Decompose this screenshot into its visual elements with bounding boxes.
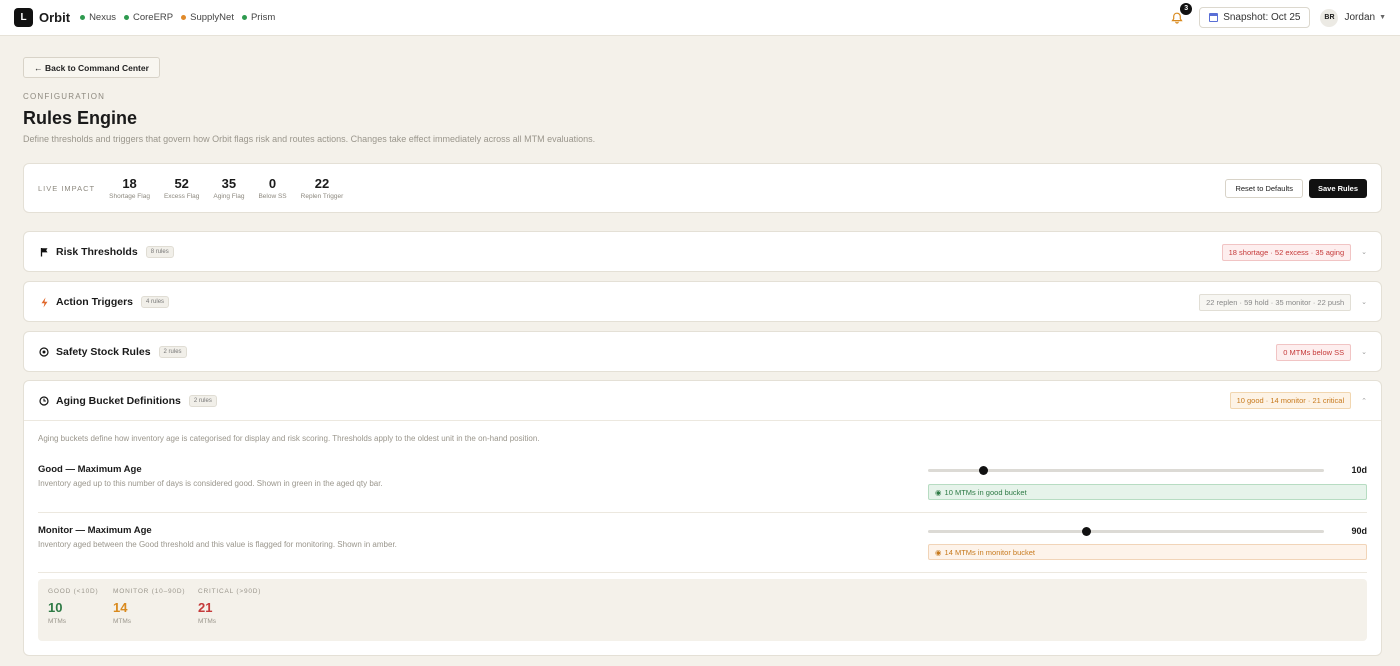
section-title: Risk Thresholds bbox=[56, 246, 138, 258]
good-age-value: 10d bbox=[1351, 465, 1367, 475]
bucket-monitor: MONITOR (10–90D) 14 MTMs bbox=[113, 588, 186, 625]
bolt-icon bbox=[38, 296, 50, 308]
notification-count-badge: 3 bbox=[1180, 2, 1193, 15]
rule-count-badge: 4 rules bbox=[141, 296, 170, 308]
target-icon bbox=[38, 346, 50, 358]
section-aging-bucket-definitions: Aging Bucket Definitions 2 rules 10 good… bbox=[23, 380, 1382, 656]
monitor-age-slider[interactable] bbox=[928, 527, 1324, 536]
system-status-prism[interactable]: Prism bbox=[241, 12, 275, 23]
status-dot-icon bbox=[124, 15, 129, 20]
chevron-down-icon[interactable]: ▼ bbox=[1379, 14, 1386, 21]
back-button[interactable]: ← Back to Command Center bbox=[23, 57, 160, 78]
stat-shortage-flag: 18 Shortage Flag bbox=[109, 176, 150, 200]
stat-aging-flag: 35 Aging Flag bbox=[213, 176, 245, 200]
system-status-supplynet[interactable]: SupplyNet bbox=[181, 12, 234, 23]
chevron-down-icon[interactable]: ⌄ bbox=[1361, 348, 1367, 356]
rule-count-badge: 2 rules bbox=[188, 394, 217, 407]
clock-icon bbox=[38, 395, 50, 407]
status-dot-icon bbox=[241, 15, 247, 20]
chevron-down-icon[interactable]: ⌄ bbox=[1361, 298, 1367, 306]
slider-handle[interactable] bbox=[1082, 527, 1092, 536]
snapshot-selector[interactable]: Snapshot: Oct 25 bbox=[1199, 7, 1311, 28]
stat-replen-trigger: 22 Replen Trigger bbox=[300, 176, 344, 200]
aging-description: Aging buckets define how inventory age i… bbox=[38, 434, 540, 443]
monitor-bucket-count: ◉ 14 MTMs in monitor bucket bbox=[928, 544, 1367, 560]
page-title: Rules Engine bbox=[23, 108, 138, 128]
notifications-button[interactable]: 3 bbox=[1169, 2, 1193, 26]
top-bar: L Orbit Nexus CoreERP SupplyNet Prism 3 … bbox=[0, 0, 1400, 36]
brand-name[interactable]: Orbit bbox=[39, 10, 70, 25]
rule-title-good: Good — Maximum Age bbox=[38, 464, 142, 475]
aging-section-header[interactable]: Aging Bucket Definitions 2 rules 10 good… bbox=[24, 381, 1381, 421]
section-safety-stock-rules[interactable]: Safety Stock Rules 2 rules 0 MTMs below … bbox=[23, 331, 1382, 372]
slider-handle[interactable] bbox=[979, 466, 989, 475]
section-summary-badge: 18 shortage · 52 excess · 35 aging bbox=[1221, 243, 1352, 261]
chevron-down-icon[interactable]: ⌄ bbox=[1361, 248, 1367, 256]
divider bbox=[38, 572, 1367, 573]
divider bbox=[38, 512, 1367, 513]
system-status-coreerp[interactable]: CoreERP bbox=[124, 12, 173, 23]
status-dot-icon: ◉ bbox=[935, 487, 942, 497]
live-impact-label: LIVE IMPACT bbox=[38, 183, 96, 193]
status-dot-icon bbox=[80, 15, 86, 20]
stat-excess-flag: 52 Excess Flag bbox=[163, 176, 200, 200]
section-risk-thresholds[interactable]: Risk Thresholds 8 rules 18 shortage · 52… bbox=[23, 231, 1382, 272]
section-title: Aging Bucket Definitions bbox=[56, 394, 181, 407]
reset-defaults-button[interactable]: Reset to Defaults bbox=[1225, 178, 1303, 198]
bucket-summary: GOOD (<10D) 10 MTMs MONITOR (10–90D) 14 … bbox=[38, 579, 1367, 641]
stat-below-ss: 0 Below SS bbox=[258, 176, 287, 200]
chevron-up-icon[interactable]: ⌃ bbox=[1361, 397, 1367, 405]
page-subtitle: Define thresholds and triggers that gove… bbox=[23, 134, 596, 144]
user-name[interactable]: Jordan bbox=[1344, 12, 1375, 23]
save-rules-button[interactable]: Save Rules bbox=[1308, 178, 1367, 198]
section-summary-badge: 0 MTMs below SS bbox=[1276, 343, 1352, 361]
section-summary-badge: 10 good · 14 monitor · 21 critical bbox=[1229, 392, 1352, 409]
system-status-nexus[interactable]: Nexus bbox=[80, 12, 116, 23]
section-summary-badge: 22 replen · 59 hold · 35 monitor · 22 pu… bbox=[1199, 293, 1352, 311]
bucket-good: GOOD (<10D) 10 MTMs bbox=[48, 588, 99, 625]
section-title: Action Triggers bbox=[56, 296, 134, 308]
rule-desc-monitor: Inventory aged between the Good threshol… bbox=[38, 540, 397, 549]
live-impact-card: LIVE IMPACT 18 Shortage Flag 52 Excess Fla… bbox=[23, 163, 1382, 213]
rule-count-badge: 2 rules bbox=[158, 346, 187, 358]
page-eyebrow: CONFIGURATION bbox=[23, 92, 106, 101]
section-title: Safety Stock Rules bbox=[56, 346, 151, 358]
calendar-icon bbox=[1209, 13, 1219, 22]
monitor-age-value: 90d bbox=[1351, 526, 1367, 536]
bucket-critical: CRITICAL (>90D) 21 MTMs bbox=[198, 588, 262, 625]
good-bucket-count: ◉ 10 MTMs in good bucket bbox=[928, 484, 1367, 500]
section-action-triggers[interactable]: Action Triggers 4 rules 22 replen · 59 h… bbox=[23, 281, 1382, 322]
good-age-slider[interactable] bbox=[928, 466, 1324, 475]
status-dot-icon bbox=[181, 15, 187, 20]
rule-title-monitor: Monitor — Maximum Age bbox=[38, 525, 152, 536]
logo[interactable]: L bbox=[14, 8, 33, 27]
rule-desc-good: Inventory aged up to this number of days… bbox=[38, 479, 383, 488]
flag-icon bbox=[38, 246, 50, 258]
rule-count-badge: 8 rules bbox=[145, 246, 174, 258]
status-dot-icon: ◉ bbox=[935, 547, 942, 557]
avatar[interactable]: BR bbox=[1320, 8, 1339, 27]
